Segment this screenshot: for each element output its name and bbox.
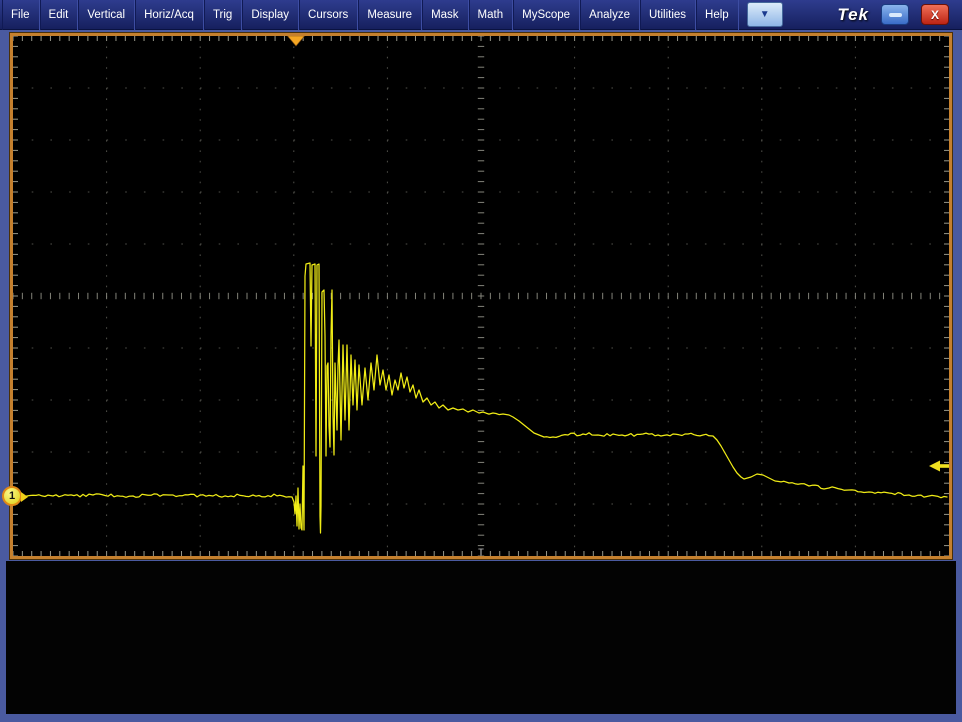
waveform-display: T	[13, 36, 949, 556]
menu-bar: FileEditVerticalHoriz/AcqTrigDisplayCurs…	[0, 0, 962, 30]
menu-item-myscope[interactable]: MyScope	[513, 0, 580, 30]
tek-logo: Tek	[837, 5, 869, 25]
menu-item-utilities[interactable]: Utilities	[640, 0, 696, 30]
channel1-ground-marker[interactable]: 1	[2, 486, 22, 506]
minimize-icon	[889, 13, 902, 17]
menu-item-trig[interactable]: Trig	[204, 0, 242, 30]
channel1-marker-arrow-icon	[21, 492, 28, 502]
menu-item-vertical[interactable]: Vertical	[78, 0, 135, 30]
menu-item-help[interactable]: Help	[696, 0, 739, 30]
close-icon: X	[931, 8, 939, 22]
trigger-time-marker: T	[478, 547, 484, 556]
menu-item-analyze[interactable]: Analyze	[580, 0, 640, 30]
menu-item-cursors[interactable]: Cursors	[299, 0, 358, 30]
menu-dropdown-button[interactable]: ▼	[747, 2, 783, 27]
close-button[interactable]: X	[921, 4, 949, 25]
readout-area: C1 2.0V/div 1MΩ BW:500M A' C1 1.2V 40.0n…	[6, 561, 956, 714]
menu-item-edit[interactable]: Edit	[40, 0, 79, 30]
menu-item-horiz-acq[interactable]: Horiz/Acq	[135, 0, 204, 30]
menu-item-math[interactable]: Math	[469, 0, 514, 30]
minimize-button[interactable]	[881, 4, 909, 25]
menu-item-display[interactable]: Display	[242, 0, 299, 30]
chevron-down-icon: ▼	[760, 9, 770, 20]
menu-item-file[interactable]: File	[2, 0, 40, 30]
menu-item-measure[interactable]: Measure	[358, 0, 422, 30]
oscilloscope-screen: FileEditVerticalHoriz/AcqTrigDisplayCurs…	[0, 0, 962, 722]
graticule-frame: T	[10, 33, 952, 559]
trigger-position-marker[interactable]	[288, 36, 305, 46]
menu-item-mask[interactable]: Mask	[422, 0, 468, 30]
channel1-trace	[15, 263, 947, 533]
